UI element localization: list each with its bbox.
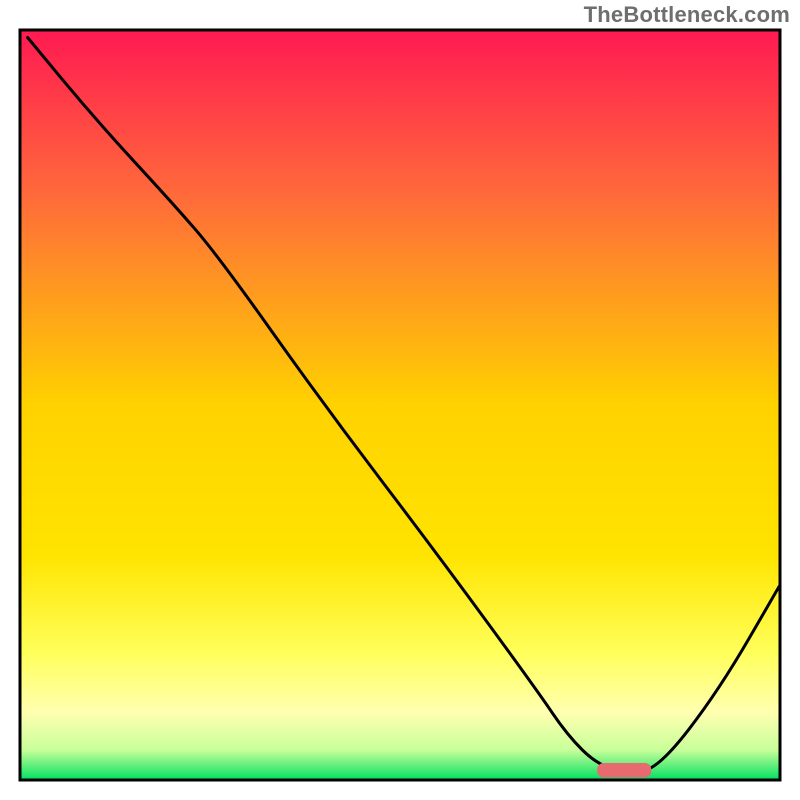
plot-background-gradient: [20, 30, 780, 780]
optimal-range-marker: [598, 764, 651, 778]
chart-container: TheBottleneck.com: [0, 0, 800, 800]
chart-svg: [0, 0, 800, 800]
